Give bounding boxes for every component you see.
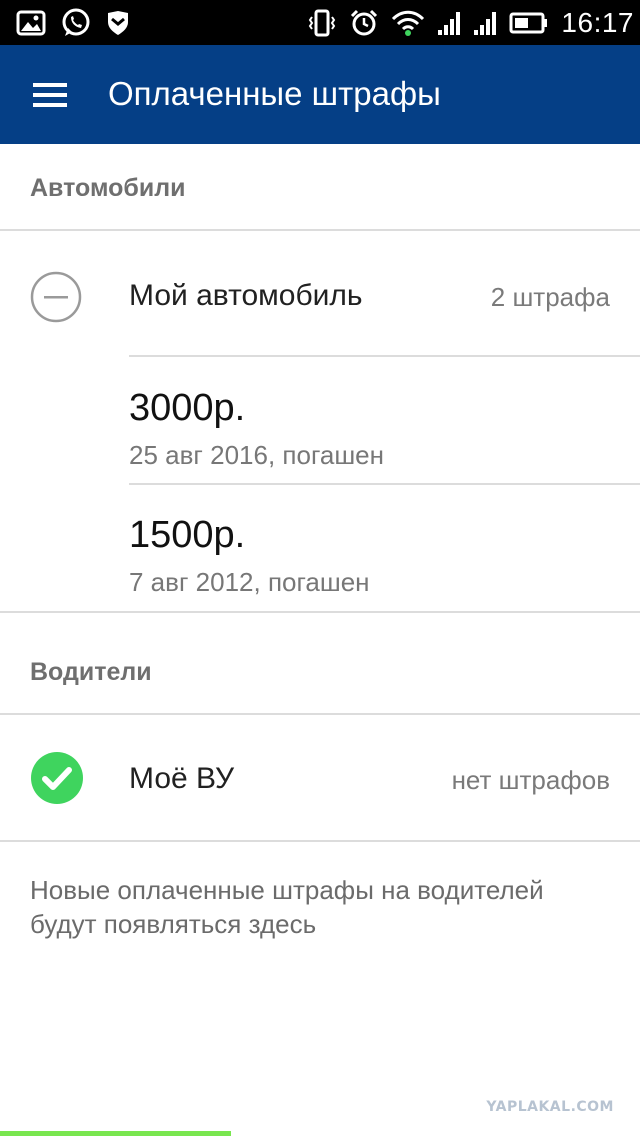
vehicle-name: Мой автомобиль bbox=[129, 279, 363, 312]
divider bbox=[0, 611, 640, 613]
battery-icon bbox=[509, 11, 549, 35]
image-icon bbox=[16, 10, 46, 36]
divider bbox=[0, 229, 640, 231]
section-header-drivers: Водители bbox=[30, 658, 152, 686]
app-bar: Оплаченные штрафы bbox=[0, 45, 640, 144]
fine-count: 2 штрафа bbox=[490, 282, 610, 312]
divider bbox=[129, 483, 640, 485]
fine-amount: 3000р. bbox=[129, 387, 246, 429]
license-status: нет штрафов bbox=[451, 765, 610, 795]
fine-amount: 1500р. bbox=[129, 514, 246, 556]
vibrate-icon bbox=[307, 9, 337, 37]
menu-button[interactable] bbox=[24, 71, 76, 119]
shield-icon bbox=[106, 10, 130, 36]
license-name: Моё ВУ bbox=[129, 762, 235, 795]
empty-hint: Новые оплаченные штрафы на водителей буд… bbox=[30, 875, 544, 939]
collapse-icon[interactable] bbox=[30, 271, 82, 323]
divider bbox=[129, 355, 640, 357]
watermark: YAPLAKAL.COM bbox=[486, 1099, 614, 1115]
check-circle-icon bbox=[31, 752, 83, 804]
divider bbox=[0, 713, 640, 715]
signal-icon-2 bbox=[473, 10, 497, 36]
wifi-icon bbox=[391, 9, 425, 37]
fine-date: 7 авг 2012, погашен bbox=[129, 567, 370, 597]
hamburger-icon bbox=[33, 83, 67, 107]
status-bar: 16:17 bbox=[0, 0, 640, 45]
section-header-cars: Автомобили bbox=[30, 174, 186, 202]
alarm-icon bbox=[349, 9, 379, 37]
page-title: Оплаченные штрафы bbox=[108, 75, 441, 112]
progress-bar bbox=[0, 1131, 231, 1136]
fine-date: 25 авг 2016, погашен bbox=[129, 440, 384, 470]
whatsapp-icon bbox=[60, 7, 92, 39]
signal-icon bbox=[437, 10, 461, 36]
divider bbox=[0, 840, 640, 842]
status-time: 16:17 bbox=[561, 7, 634, 38]
